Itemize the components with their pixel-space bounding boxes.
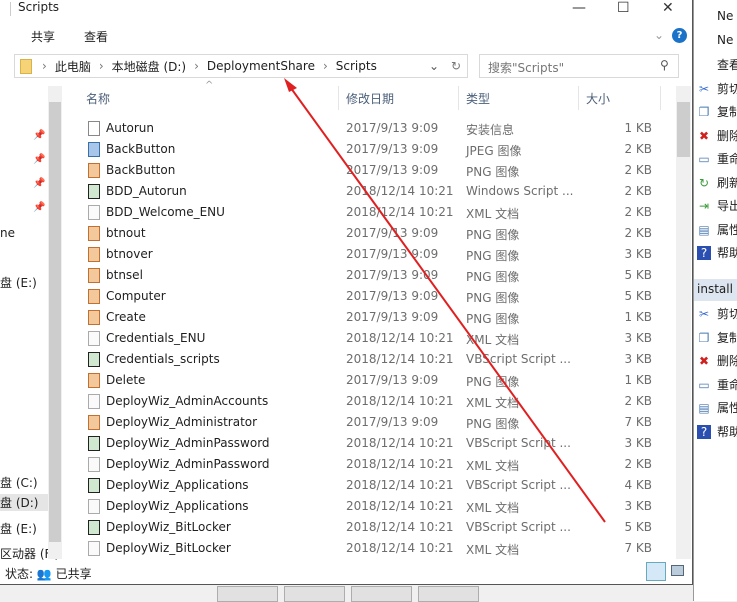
annotation-arrow-line — [287, 83, 606, 523]
annotation-arrowhead — [284, 78, 297, 92]
annotation-layer — [284, 78, 606, 523]
